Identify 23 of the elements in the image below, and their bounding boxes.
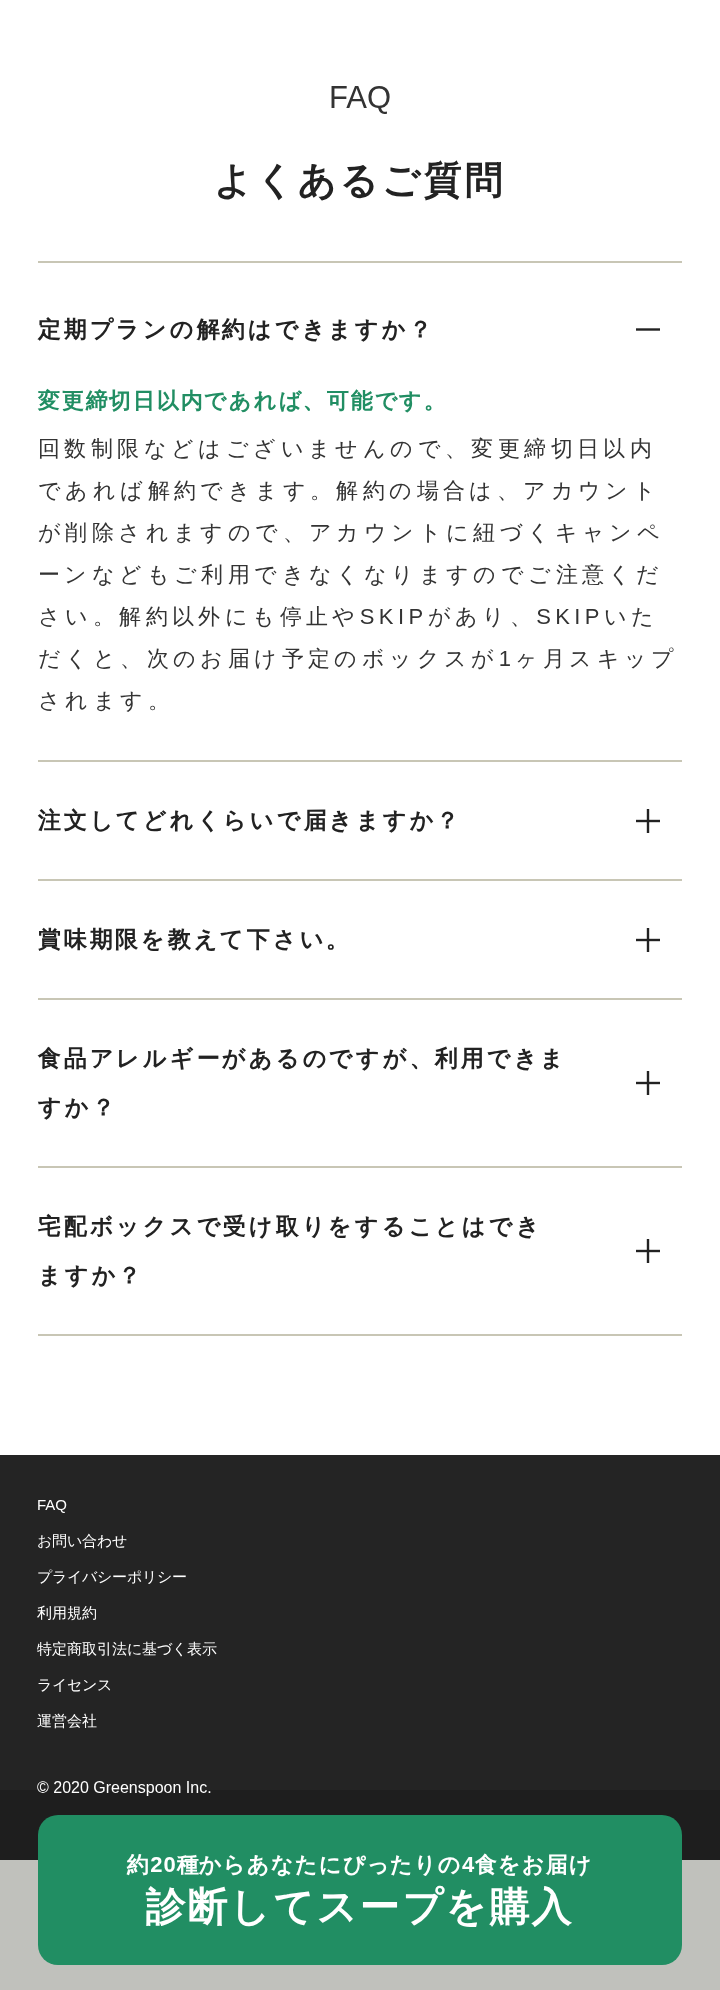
faq-question[interactable]: 賞味期限を教えて下さい。 xyxy=(38,881,682,998)
faq-question[interactable]: 注文してどれくらいで届きますか？ xyxy=(38,762,682,879)
answer-title: 変更締切日以内であれば、可能です。 xyxy=(38,387,449,415)
footer-link[interactable]: 利用規約 xyxy=(37,1601,97,1624)
section-title: よくあるご質問 xyxy=(213,161,507,199)
faq-question[interactable]: 食品アレルギーがあるのですが、利用できますか？ xyxy=(38,1000,682,1166)
plus-icon xyxy=(636,927,660,952)
section-eyebrow: FAQ xyxy=(329,82,391,113)
plus-icon xyxy=(636,1239,660,1263)
footer-link[interactable]: FAQ xyxy=(37,1493,67,1516)
plus-icon xyxy=(636,1071,660,1095)
plus-icon xyxy=(636,808,660,833)
footer-link[interactable]: 運営会社 xyxy=(37,1709,97,1732)
footer-link[interactable]: お問い合わせ xyxy=(37,1529,127,1552)
footer-link[interactable]: プライバシーポリシー xyxy=(37,1565,187,1588)
minus-icon xyxy=(636,328,660,331)
faq-question[interactable]: 宅配ボックスで受け取りをすることはできますか？ xyxy=(38,1168,682,1334)
answer-text: 回数制限などはございませんので、変更締切日以内であれば解約できます。解約の場合は、アカウントが削除されますので、アカウントに紐づくキャンペーンなどもご利用できなくなりますのでご注意ください。解約以外にも停止やSKIPがあり、SKIPいただくと、次のお届け予定のボックスが1ヶ月スキップされます。 xyxy=(38,435,680,715)
copyright: © 2020 Greenspoon Inc. xyxy=(37,1780,212,1796)
faq-question[interactable]: 定期プランの解約はできますか？ xyxy=(38,263,682,384)
footer-link[interactable]: 特定商取引法に基づく表示 xyxy=(37,1637,217,1660)
purchase-button[interactable]: 約20種からあなたにぴったりの4食をお届け 診断してスープを購入 xyxy=(38,1815,682,1965)
footer-link[interactable]: ライセンス xyxy=(37,1673,112,1696)
